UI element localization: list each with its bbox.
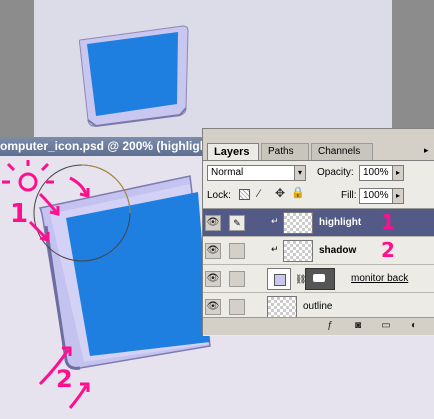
blend-mode-select[interactable]: Normal xyxy=(207,165,295,181)
eye-visibility-icon[interactable]: 👁 xyxy=(205,215,221,231)
opacity-value: 100% xyxy=(363,167,389,178)
eye-visibility-icon[interactable]: 👁 xyxy=(205,243,221,259)
layer-thumbnail xyxy=(283,240,313,262)
palette-footer: ƒ ◙ ▭ ◐ xyxy=(203,317,434,335)
brush-slot xyxy=(229,243,245,259)
lock-label: Lock: xyxy=(207,190,231,201)
lock-all-icon[interactable]: 🔒 xyxy=(291,187,305,199)
layers-palette: Layers Paths Channels ▸ Normal ▾ Opacity… xyxy=(202,128,434,336)
annotation-label-2-left: 2 xyxy=(56,365,73,393)
fill-label: Fill: xyxy=(341,190,357,201)
tab-paths[interactable]: Paths xyxy=(261,143,309,160)
layer-style-icon[interactable]: ƒ xyxy=(323,320,337,332)
lock-position-icon[interactable]: ✥ xyxy=(275,187,285,199)
brush-slot xyxy=(229,271,245,287)
opacity-label: Opacity: xyxy=(317,167,354,178)
layer-name: highlight xyxy=(319,217,362,228)
blend-mode-value: Normal xyxy=(211,167,244,178)
add-mask-icon[interactable]: ◙ xyxy=(351,320,365,332)
document-title: omputer_icon.psd @ 200% (highligh xyxy=(0,139,208,153)
annotation-label-2-panel: 2 xyxy=(381,238,395,262)
fill-arrow-icon[interactable]: ▸ xyxy=(392,188,404,204)
lock-transparency-icon[interactable] xyxy=(239,189,250,200)
layer-thumbnail xyxy=(267,268,291,290)
annotation-label-1-panel: 1 xyxy=(381,210,395,234)
fill-value: 100% xyxy=(363,190,389,201)
brush-slot xyxy=(229,299,245,315)
vector-mask-thumbnail[interactable] xyxy=(305,268,335,290)
layer-row-monitor-back[interactable]: 👁 ⛓ monitor back xyxy=(203,265,434,293)
layer-name: shadow xyxy=(319,245,357,256)
monitor-thumb-fill xyxy=(274,274,286,286)
annotation-label-1-left: 1 xyxy=(10,199,29,229)
brush-icon: ✎ xyxy=(229,215,245,231)
fill-field[interactable]: 100% xyxy=(359,188,393,204)
layer-row-highlight[interactable]: 👁 ✎ ↵ highlight 1 xyxy=(203,209,434,237)
adjustment-layer-icon[interactable]: ◐ xyxy=(407,320,421,332)
blend-mode-dropdown-icon[interactable]: ▾ xyxy=(294,165,306,181)
clip-arrow-icon: ↵ xyxy=(271,216,279,226)
layer-thumbnail xyxy=(283,212,313,234)
eye-visibility-icon[interactable]: 👁 xyxy=(205,271,221,287)
layer-thumbnail xyxy=(267,296,297,318)
layer-name: outline xyxy=(303,301,333,312)
tab-layers[interactable]: Layers xyxy=(207,143,259,160)
mask-shape xyxy=(313,274,325,282)
palette-menu-icon[interactable]: ▸ xyxy=(424,145,434,155)
opacity-field[interactable]: 100% xyxy=(359,165,393,181)
tab-channels[interactable]: Channels xyxy=(311,143,373,160)
clip-arrow-icon: ↵ xyxy=(271,244,279,254)
eye-visibility-icon[interactable]: 👁 xyxy=(205,299,221,315)
new-set-icon[interactable]: ▭ xyxy=(379,320,393,332)
lock-pixels-icon[interactable]: ∕ xyxy=(258,188,260,200)
layer-name: monitor back xyxy=(351,273,409,284)
opacity-arrow-icon[interactable]: ▸ xyxy=(392,165,404,181)
layers-list-area: Normal ▾ Opacity: 100% ▸ Lock: ∕ ✥ 🔒 Fil… xyxy=(203,160,434,336)
layer-row-shadow[interactable]: 👁 ↵ shadow 2 xyxy=(203,237,434,265)
monitor-preview-icon xyxy=(79,25,189,128)
